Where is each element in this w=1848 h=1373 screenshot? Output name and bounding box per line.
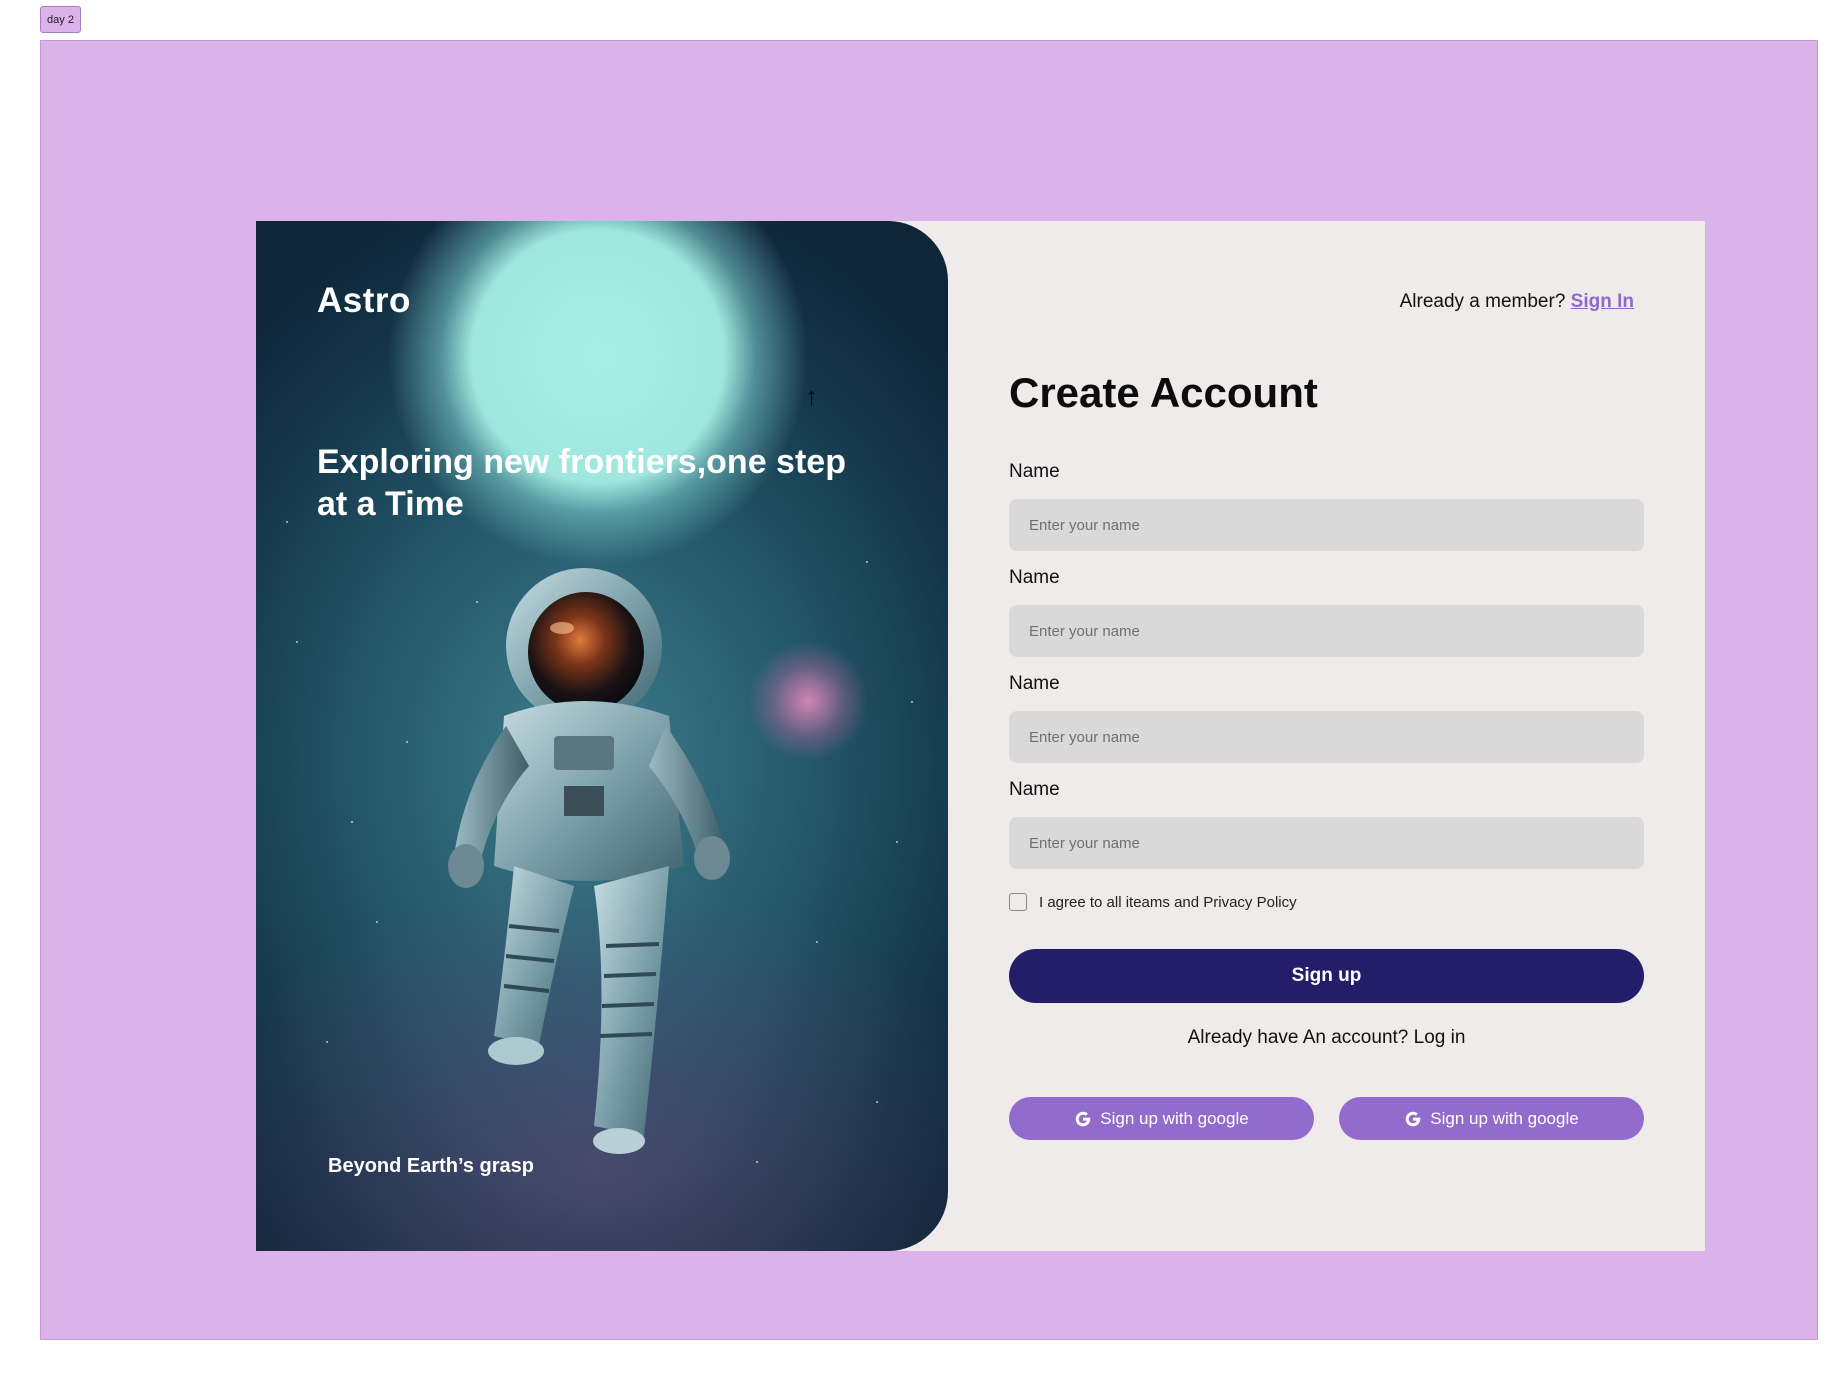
agree-label: I agree to all iteams and Privacy Policy [1039,893,1297,911]
google-signup-label-2: Sign up with google [1430,1108,1579,1128]
hero-tagline: Exploring new frontiers,one step at a Ti… [317,443,846,523]
google-signup-button-2[interactable]: Sign up with google [1339,1097,1644,1140]
member-prompt-text: Already a member? [1399,291,1566,312]
signup-card: Astro Exploring new frontiers,one step a… [256,221,1705,1251]
name-input-3[interactable] [1009,711,1644,763]
astronaut-image [448,568,730,1154]
hero-panel: Astro Exploring new frontiers,one step a… [256,221,948,1251]
page-frame: Astro Exploring new frontiers,one step a… [40,40,1818,1340]
agree-checkbox[interactable] [1009,893,1027,911]
google-g-icon [1074,1110,1092,1128]
frame-tag[interactable]: day 2 [40,6,81,33]
member-prompt: Already a member? Sign In [1400,291,1634,313]
sign-in-link[interactable]: Sign In [1571,291,1634,312]
arrow-up-icon: ↑ [805,381,818,411]
name-field-label-4: Name [1009,779,1060,800]
sign-up-button[interactable]: Sign up [1009,949,1644,1003]
login-prompt[interactable]: Already have An account? Log in [1009,1027,1644,1049]
google-signup-button-1[interactable]: Sign up with google [1009,1097,1314,1140]
page-title: Create Account [1009,369,1318,416]
name-field-label-1: Name [1009,461,1060,482]
agree-row: I agree to all iteams and Privacy Policy [1009,893,1297,911]
name-input-1[interactable] [1009,499,1644,551]
brand-logo[interactable]: Astro [317,281,411,321]
name-input-2[interactable] [1009,605,1644,657]
google-signup-label-1: Sign up with google [1100,1108,1249,1128]
name-input-4[interactable] [1009,817,1644,869]
hero-footer-text: Beyond Earth’s grasp [328,1155,534,1177]
name-field-label-3: Name [1009,673,1060,694]
google-g-icon [1404,1110,1422,1128]
name-field-label-2: Name [1009,567,1060,588]
